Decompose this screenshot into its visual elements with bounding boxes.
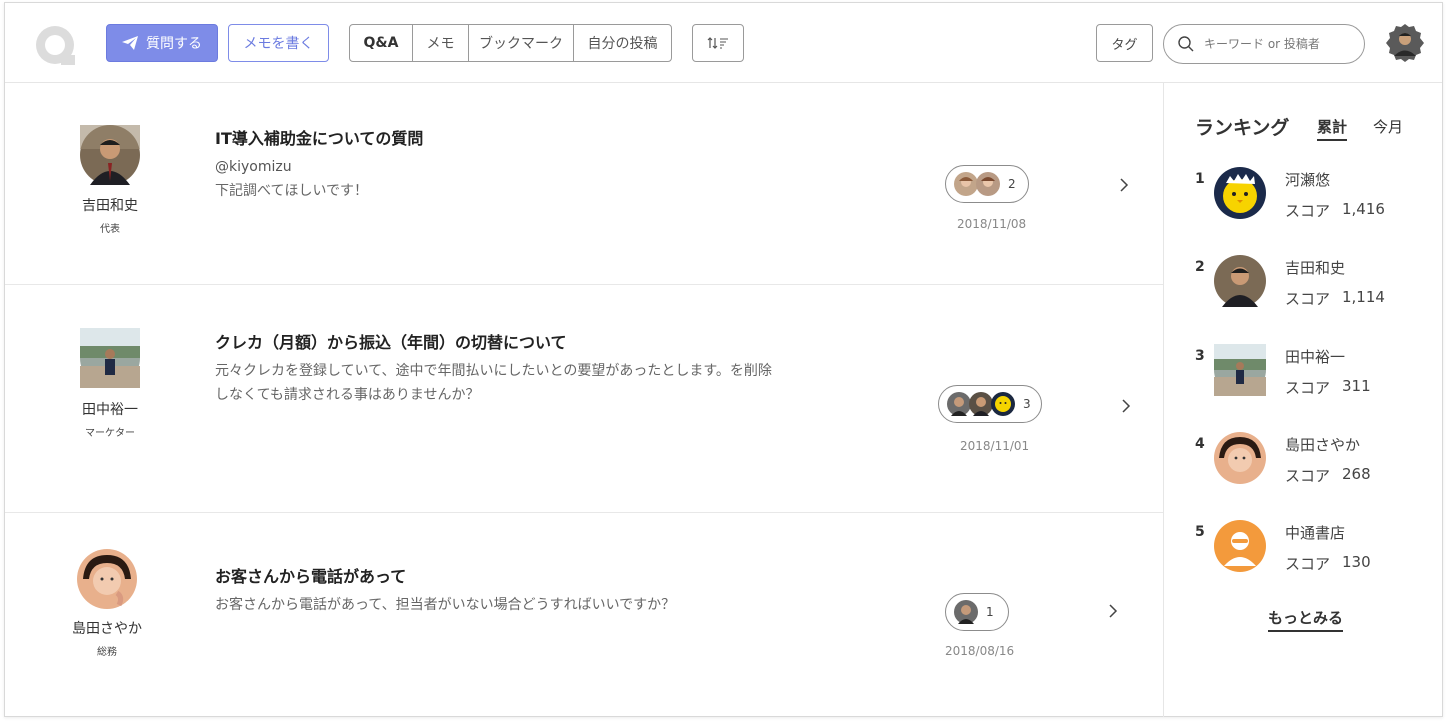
tag-label: タグ xyxy=(1111,37,1138,53)
ranking-item[interactable]: 4 島田さやか スコア 268 xyxy=(1164,432,1444,502)
answerer-avatar xyxy=(969,392,993,416)
answer-count: 3 xyxy=(1023,397,1031,411)
ranker-name[interactable]: 中通書店 xyxy=(1285,522,1345,543)
ask-question-button[interactable]: 質問する xyxy=(106,24,218,62)
ranker-name[interactable]: 田中裕一 xyxy=(1285,346,1345,367)
answerer-avatar xyxy=(991,392,1015,416)
search-icon xyxy=(1178,36,1194,52)
see-more-link[interactable]: もっとみる xyxy=(1268,607,1344,632)
score-value: 1,114 xyxy=(1342,288,1385,306)
ranking-title: ランキング xyxy=(1195,117,1290,139)
question-list: 吉田和史 代表 IT導入補助金についての質問 @kiyomizu 下記調べてほし… xyxy=(5,83,1163,718)
author-name: 吉田和史 xyxy=(82,198,138,214)
app-window: 質問する メモを書く Q&A メモ ブックマーク 自分の投稿 タグ キーワード … xyxy=(4,2,1443,717)
answerer-avatar xyxy=(954,172,978,196)
answerers-badge[interactable]: 2 xyxy=(945,165,1029,203)
author-name: 田中裕一 xyxy=(82,402,138,418)
question-title[interactable]: IT導入補助金についての質問 xyxy=(215,125,423,149)
app-logo-icon[interactable] xyxy=(35,25,77,67)
question-excerpt: 元々クレカを登録していて、途中で年間払いにしたいとの要望があったとします。を削除… xyxy=(215,363,772,403)
answer-count: 2 xyxy=(1008,177,1016,191)
view-filter-tabs: Q&A メモ ブックマーク 自分の投稿 xyxy=(349,24,672,62)
write-memo-button[interactable]: メモを書く xyxy=(228,24,329,62)
author-role: 代表 xyxy=(100,224,120,235)
top-bar: 質問する メモを書く Q&A メモ ブックマーク 自分の投稿 タグ xyxy=(5,3,1442,83)
sort-icon xyxy=(707,37,728,49)
answerers-badge[interactable]: 1 xyxy=(945,593,1009,631)
tab-memo[interactable]: メモ xyxy=(412,25,468,61)
rank-number: 3 xyxy=(1195,348,1205,364)
rank-number: 1 xyxy=(1195,171,1205,187)
question-excerpt: お客さんから電話があって、担当者がいない場合どうすればいいですか？ xyxy=(215,597,676,613)
question-title[interactable]: お客さんから電話があって xyxy=(215,563,406,587)
list-item[interactable]: 田中裕一 マーケター クレカ（月額）から振込（年間）の切替について 元々クレカを… xyxy=(5,285,1163,513)
ranker-avatar[interactable] xyxy=(1214,167,1266,219)
paper-plane-icon xyxy=(122,36,138,50)
question-excerpt: 下記調べてほしいです！ xyxy=(215,183,369,199)
score-label: スコア xyxy=(1285,379,1331,397)
score-value: 268 xyxy=(1342,465,1371,483)
tab-month[interactable]: 今月 xyxy=(1373,116,1403,137)
score-label: スコア xyxy=(1285,467,1331,485)
score-value: 311 xyxy=(1342,377,1371,395)
author-avatar[interactable] xyxy=(80,328,140,388)
tab-total[interactable]: 累計 xyxy=(1317,116,1348,141)
post-date: 2018/08/16 xyxy=(945,644,1015,658)
ranking-sidebar: ランキング 累計 今月 1 河瀬悠 スコア 1,416 2 吉田和史 スコア 1… xyxy=(1163,83,1443,717)
author-avatar[interactable] xyxy=(80,125,140,185)
ranking-item[interactable]: 2 吉田和史 スコア 1,114 xyxy=(1164,255,1444,325)
rank-number: 2 xyxy=(1195,259,1205,275)
tag-button[interactable]: タグ xyxy=(1096,24,1153,62)
ranking-item[interactable]: 5 中通書店 スコア 130 xyxy=(1164,520,1444,590)
list-item[interactable]: 島田さやか 総務 お客さんから電話があって お客さんから電話があって、担当者がい… xyxy=(5,513,1163,718)
tab-qa[interactable]: Q&A xyxy=(350,25,412,61)
chevron-right-icon[interactable] xyxy=(1106,604,1120,618)
ranker-name[interactable]: 河瀬悠 xyxy=(1285,169,1330,190)
author-role: 総務 xyxy=(97,647,117,658)
author-name: 島田さやか xyxy=(72,621,142,637)
score-label: スコア xyxy=(1285,202,1331,220)
mention-handle[interactable]: @kiyomizu xyxy=(215,159,292,175)
ranker-avatar[interactable] xyxy=(1214,432,1266,484)
default-user-avatar-icon[interactable] xyxy=(1214,520,1266,572)
score-label: スコア xyxy=(1285,290,1331,308)
ranker-name[interactable]: 島田さやか xyxy=(1285,434,1360,455)
author-role: マーケター xyxy=(85,428,135,439)
write-memo-label: メモを書く xyxy=(243,36,314,52)
ranking-item[interactable]: 1 河瀬悠 スコア 1,416 xyxy=(1164,167,1444,237)
sort-button[interactable] xyxy=(692,24,744,62)
ranker-name[interactable]: 吉田和史 xyxy=(1285,257,1345,278)
rank-number: 5 xyxy=(1195,524,1205,540)
user-avatar[interactable] xyxy=(1385,23,1425,63)
answer-count: 1 xyxy=(986,605,994,619)
author-avatar[interactable] xyxy=(77,549,137,609)
search-box[interactable] xyxy=(1163,24,1365,64)
list-item[interactable]: 吉田和史 代表 IT導入補助金についての質問 @kiyomizu 下記調べてほし… xyxy=(5,83,1163,285)
question-title[interactable]: クレカ（月額）から振込（年間）の切替について xyxy=(215,329,567,353)
answerer-avatar xyxy=(947,392,971,416)
tab-my-posts[interactable]: 自分の投稿 xyxy=(573,25,671,61)
tab-bookmark[interactable]: ブックマーク xyxy=(468,25,573,61)
search-input[interactable] xyxy=(1202,36,1356,52)
chevron-right-icon[interactable] xyxy=(1119,399,1133,413)
score-value: 130 xyxy=(1342,553,1371,571)
ranker-avatar[interactable] xyxy=(1214,255,1266,307)
post-date: 2018/11/08 xyxy=(957,217,1027,231)
answerer-avatar xyxy=(976,172,1000,196)
ranking-item[interactable]: 3 田中裕一 スコア 311 xyxy=(1164,344,1444,414)
answerers-badge[interactable]: 3 xyxy=(938,385,1042,423)
post-date: 2018/11/01 xyxy=(960,439,1030,453)
score-value: 1,416 xyxy=(1342,200,1385,218)
chevron-right-icon[interactable] xyxy=(1117,178,1131,192)
rank-number: 4 xyxy=(1195,436,1205,452)
ranker-avatar[interactable] xyxy=(1214,344,1266,396)
score-label: スコア xyxy=(1285,555,1331,573)
ask-question-label: 質問する xyxy=(146,36,202,52)
answerer-avatar xyxy=(954,600,978,624)
